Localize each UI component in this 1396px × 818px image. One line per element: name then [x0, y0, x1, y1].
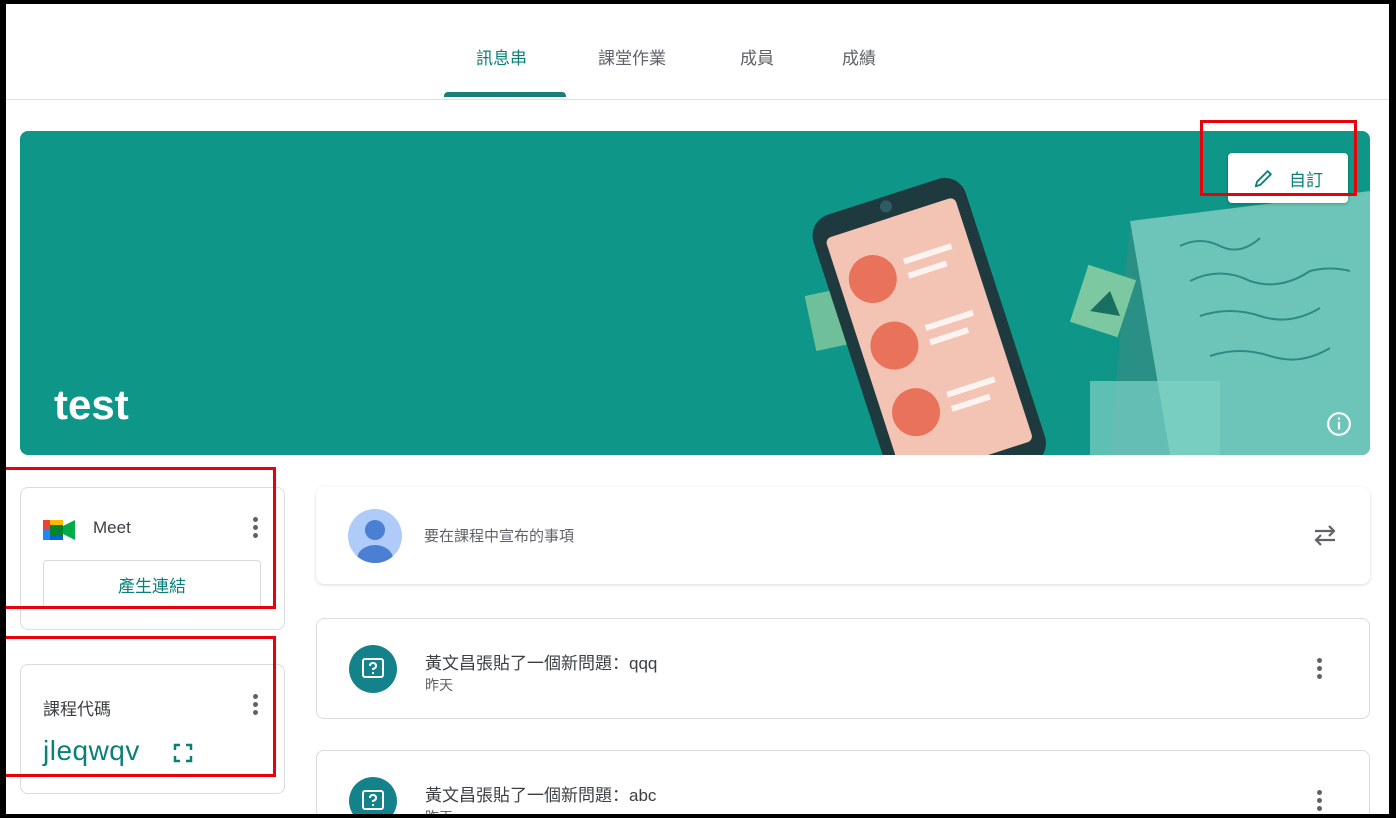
google-meet-icon — [43, 520, 75, 540]
stream-post[interactable]: 黃文昌張貼了一個新問題：abc 昨天 — [316, 750, 1370, 814]
class-code-card: 課程代碼 jleqwqv — [20, 664, 285, 794]
post-more-options-icon[interactable] — [1307, 655, 1331, 683]
fullscreen-icon[interactable] — [173, 743, 193, 763]
question-icon — [349, 777, 397, 814]
top-navigation: 訊息串 課堂作業 成員 成績 — [6, 4, 1389, 100]
tab-stream[interactable]: 訊息串 — [476, 44, 527, 69]
post-title: 黃文昌張貼了一個新問題：qqq — [425, 654, 658, 673]
question-icon — [349, 645, 397, 693]
generate-link-button[interactable]: 產生連結 — [43, 560, 261, 608]
tab-classwork[interactable]: 課堂作業 — [598, 44, 666, 69]
avatar — [348, 509, 402, 563]
class-code-more-options-icon[interactable] — [243, 691, 267, 719]
repost-icon[interactable] — [1310, 520, 1340, 550]
class-title: test — [54, 381, 129, 428]
announce-input[interactable]: 要在課程中宣布的事項 — [424, 525, 574, 546]
customize-label: 自訂 — [1289, 170, 1323, 190]
info-icon[interactable] — [1326, 411, 1352, 437]
active-tab-indicator — [444, 92, 566, 97]
user-avatar-icon — [357, 520, 393, 563]
meet-label: Meet — [93, 518, 131, 537]
classroom-page: 訊息串 課堂作業 成員 成績 test 自訂 Meet 產生連結 課程代碼 jl… — [6, 4, 1389, 814]
customize-button[interactable]: 自訂 — [1228, 153, 1348, 203]
announce-card[interactable]: 要在課程中宣布的事項 — [316, 487, 1370, 584]
post-title: 黃文昌張貼了一個新問題：abc — [425, 786, 657, 805]
meet-card: Meet 產生連結 — [20, 487, 285, 630]
post-more-options-icon[interactable] — [1307, 787, 1331, 814]
tab-grades[interactable]: 成績 — [842, 44, 876, 69]
class-banner: test 自訂 — [20, 131, 1370, 455]
stream-post[interactable]: 黃文昌張貼了一個新問題：qqq 昨天 — [316, 618, 1370, 719]
post-time: 昨天 — [425, 807, 453, 814]
class-code-label: 課程代碼 — [43, 700, 111, 719]
class-code-value: jleqwqv — [43, 735, 140, 766]
pencil-icon — [1254, 170, 1272, 188]
tab-people[interactable]: 成員 — [740, 44, 774, 69]
meet-more-options-icon[interactable] — [243, 514, 267, 542]
post-time: 昨天 — [425, 677, 453, 693]
